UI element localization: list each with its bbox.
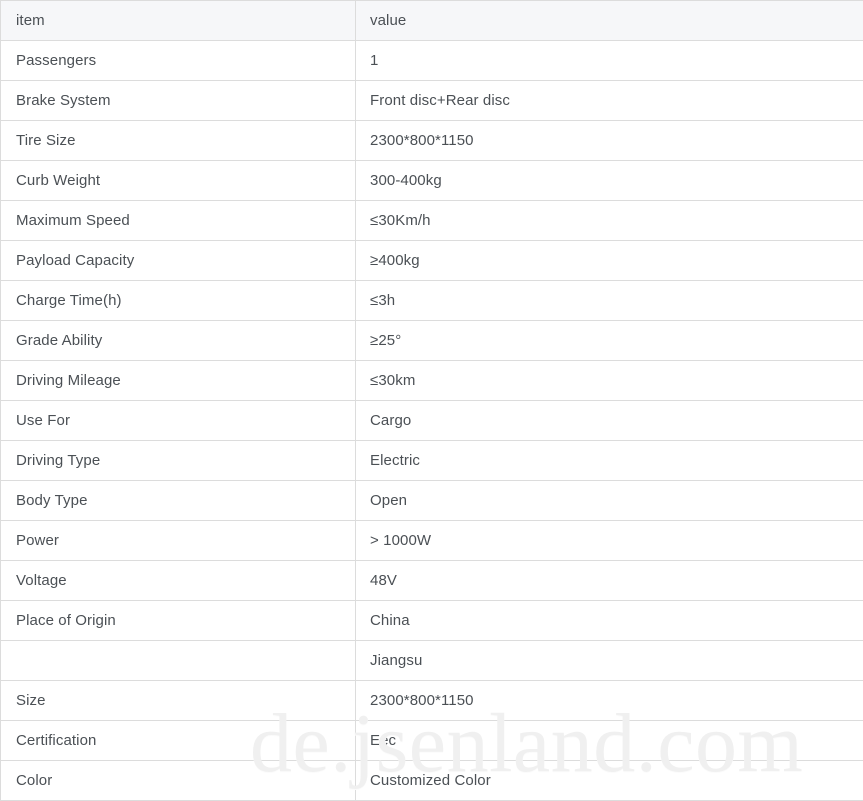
table-row: Maximum Speed ≤30Km/h — [0, 200, 863, 241]
cell-item: Driving Type — [0, 440, 356, 481]
cell-value: Cargo — [355, 400, 863, 441]
table-row: Jiangsu — [0, 640, 863, 681]
cell-item: Curb Weight — [0, 160, 356, 201]
cell-item: Power — [0, 520, 356, 561]
column-header-value: value — [355, 0, 863, 41]
table-row: Driving Type Electric — [0, 440, 863, 481]
cell-value: 48V — [355, 560, 863, 601]
cell-item: Brake System — [0, 80, 356, 121]
table-row: Tire Size 2300*800*1150 — [0, 120, 863, 161]
table-row: Passengers 1 — [0, 40, 863, 81]
cell-value: Customized Color — [355, 760, 863, 801]
table-row: Color Customized Color — [0, 760, 863, 801]
cell-value: ≥400kg — [355, 240, 863, 281]
table-row: Place of Origin China — [0, 600, 863, 641]
cell-item: Maximum Speed — [0, 200, 356, 241]
table-row: Certification Eec — [0, 720, 863, 761]
cell-value: ≤30km — [355, 360, 863, 401]
cell-item: Payload Capacity — [0, 240, 356, 281]
cell-value: ≤3h — [355, 280, 863, 321]
table-row: Driving Mileage ≤30km — [0, 360, 863, 401]
cell-item: Grade Ability — [0, 320, 356, 361]
cell-value: Eec — [355, 720, 863, 761]
table-row: Grade Ability ≥25° — [0, 320, 863, 361]
table-row: Use For Cargo — [0, 400, 863, 441]
cell-value: 300-400kg — [355, 160, 863, 201]
cell-item: Color — [0, 760, 356, 801]
table-row: Brake System Front disc+Rear disc — [0, 80, 863, 121]
table-row: Curb Weight 300-400kg — [0, 160, 863, 201]
cell-value: Jiangsu — [355, 640, 863, 681]
cell-item: Voltage — [0, 560, 356, 601]
cell-value: > 1000W — [355, 520, 863, 561]
cell-item: Tire Size — [0, 120, 356, 161]
cell-value: ≤30Km/h — [355, 200, 863, 241]
cell-item: Certification — [0, 720, 356, 761]
cell-value: China — [355, 600, 863, 641]
column-header-item: item — [0, 0, 356, 41]
cell-item: Size — [0, 680, 356, 721]
table-row: Voltage 48V — [0, 560, 863, 601]
table-row: Body Type Open — [0, 480, 863, 521]
table-row: Payload Capacity ≥400kg — [0, 240, 863, 281]
cell-item — [0, 640, 356, 681]
cell-item: Charge Time(h) — [0, 280, 356, 321]
table-body: Passengers 1 Brake System Front disc+Rear d… — [0, 40, 863, 801]
cell-item: Driving Mileage — [0, 360, 356, 401]
specification-table: item value Passengers 1 Brake System Front … — [0, 0, 863, 801]
table-header: item value — [0, 0, 863, 41]
cell-item: Passengers — [0, 40, 356, 81]
table-row: Power > 1000W — [0, 520, 863, 561]
table-header-row: item value — [0, 0, 863, 41]
table-row: Charge Time(h) ≤3h — [0, 280, 863, 321]
cell-item: Body Type — [0, 480, 356, 521]
cell-value: 1 — [355, 40, 863, 81]
cell-value: Front disc+Rear disc — [355, 80, 863, 121]
cell-item: Use For — [0, 400, 356, 441]
cell-value: Electric — [355, 440, 863, 481]
specification-table-container: item value Passengers 1 Brake System Front … — [0, 0, 863, 801]
table-row: Size 2300*800*1150 — [0, 680, 863, 721]
cell-value: 2300*800*1150 — [355, 680, 863, 721]
cell-item: Place of Origin — [0, 600, 356, 641]
cell-value: 2300*800*1150 — [355, 120, 863, 161]
cell-value: Open — [355, 480, 863, 521]
cell-value: ≥25° — [355, 320, 863, 361]
